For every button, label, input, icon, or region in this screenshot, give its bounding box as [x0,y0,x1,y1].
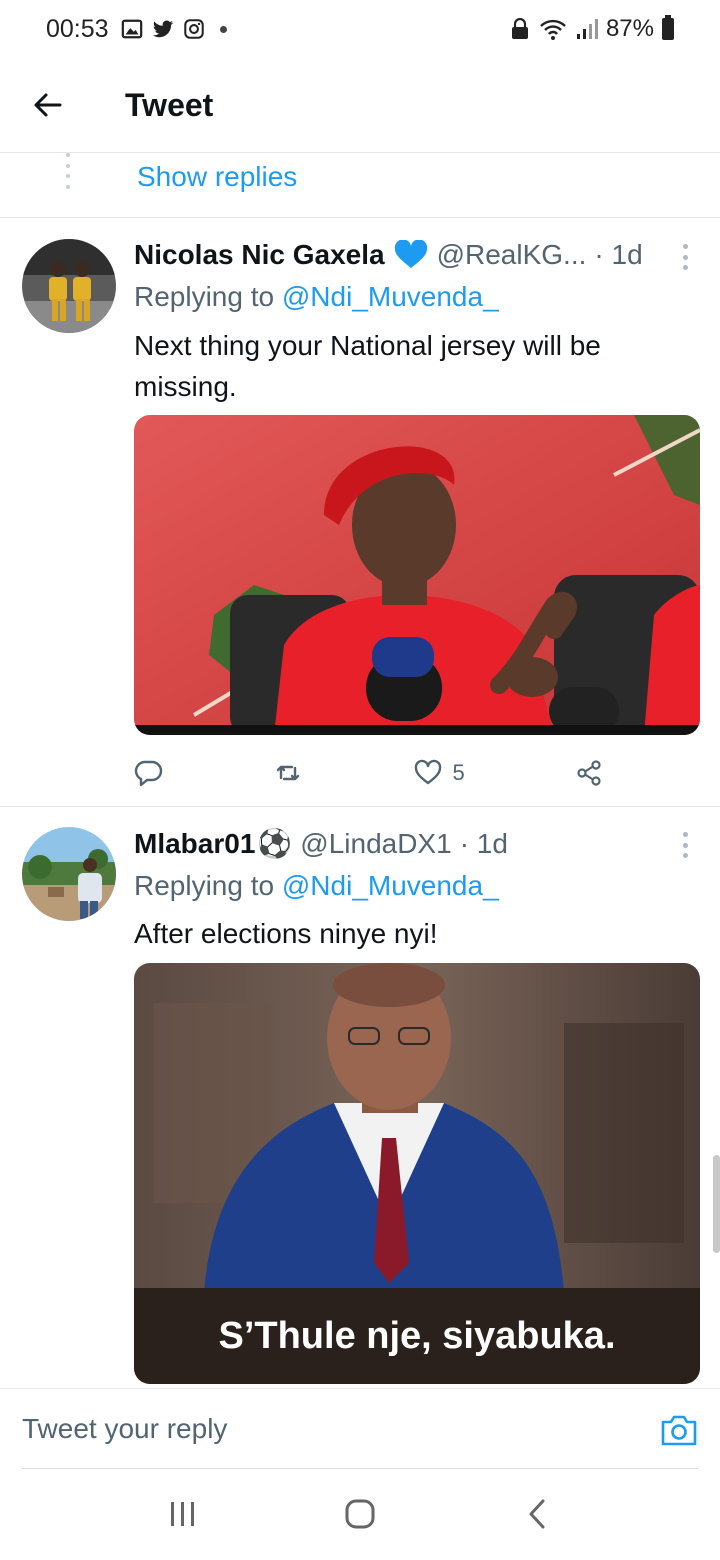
tweet-media[interactable]: S’Thule nje, siyabuka. [134,963,700,1384]
display-name[interactable]: Mlabar01 [134,828,255,860]
gallery-icon [121,19,142,39]
status-bar: 00:53 87% [0,0,720,58]
twitter-icon [152,20,173,38]
signal-icon [576,19,598,39]
mention-link[interactable]: @Ndi_Muvenda_ [282,870,499,901]
status-time: 00:53 [46,14,109,43]
reply-button[interactable] [134,758,164,788]
avatar[interactable] [22,827,116,921]
tweet[interactable]: Nicolas Nic Gaxela @RealKG... · 1d Reply… [0,219,720,806]
avatar[interactable] [22,239,116,333]
reply-icon [134,760,163,787]
retweet-icon [277,765,300,781]
recent-apps-icon [171,1502,195,1526]
tweet-header: Mlabar01 ⚽ @LindaDX1 · 1d [134,827,508,860]
battery-percent: 87% [605,15,654,42]
reply-input[interactable] [22,1389,622,1469]
battery-icon [662,15,674,40]
instagram-icon [183,19,204,39]
share-button[interactable] [574,758,604,788]
back-nav-button[interactable] [507,1484,567,1544]
scrollbar[interactable] [713,1155,720,1253]
home-icon [345,1499,375,1529]
media-caption: S’Thule nje, siyabuka. [218,1315,615,1357]
notification-dot [219,25,227,33]
like-count: 5 [452,760,465,785]
back-button[interactable] [18,75,78,135]
like-button[interactable]: 5 [413,758,465,788]
retweet-button[interactable] [273,758,303,788]
tweet-text: After elections ninye nyi! [134,918,438,949]
thread-connector [66,153,70,189]
page-title: Tweet [125,86,214,123]
reply-bar [0,1388,720,1469]
replying-to: Replying to @Ndi_Muvenda_ [134,281,499,312]
recent-apps-button[interactable] [153,1484,213,1544]
more-options-icon[interactable] [680,832,690,858]
user-handle[interactable]: @LindaDX1 [300,828,451,860]
tweet-media[interactable] [134,415,700,735]
system-nav-bar [0,1468,720,1560]
heart-icon [414,759,441,785]
show-replies-link[interactable]: Show replies [137,161,297,193]
chevron-left-icon [529,1499,545,1529]
camera-button[interactable] [660,1413,698,1447]
arrow-left-icon [34,93,62,117]
tweet[interactable]: Mlabar01 ⚽ @LindaDX1 · 1d Replying to @N… [0,807,720,1387]
status-system-icons: 87% [510,15,674,43]
mention-link[interactable]: @Ndi_Muvenda_ [282,281,499,312]
tweet-time: · 1d [594,239,643,270]
tweet-actions: 5 [134,753,604,793]
verified-badge-icon [394,240,427,268]
show-replies-row: Show replies [0,153,720,218]
home-button[interactable] [330,1484,390,1544]
wifi-icon [540,19,566,40]
lock-icon [511,18,528,39]
share-icon [577,760,601,786]
tweet-header: Nicolas Nic Gaxela @RealKG... · 1d [134,239,643,271]
tweet-time: · 1d [459,827,508,859]
replying-to: Replying to @Ndi_Muvenda_ [134,870,499,901]
more-options-icon[interactable] [680,244,690,270]
status-notification-icons [121,18,227,40]
display-name[interactable]: Nicolas Nic Gaxela [134,239,385,271]
app-header: Tweet [0,58,720,153]
soccer-ball-icon: ⚽ [257,828,293,859]
camera-icon [661,1415,697,1446]
user-handle[interactable]: @RealKG... [437,239,587,271]
tweet-text: Next thing your National jersey will be … [134,330,601,402]
